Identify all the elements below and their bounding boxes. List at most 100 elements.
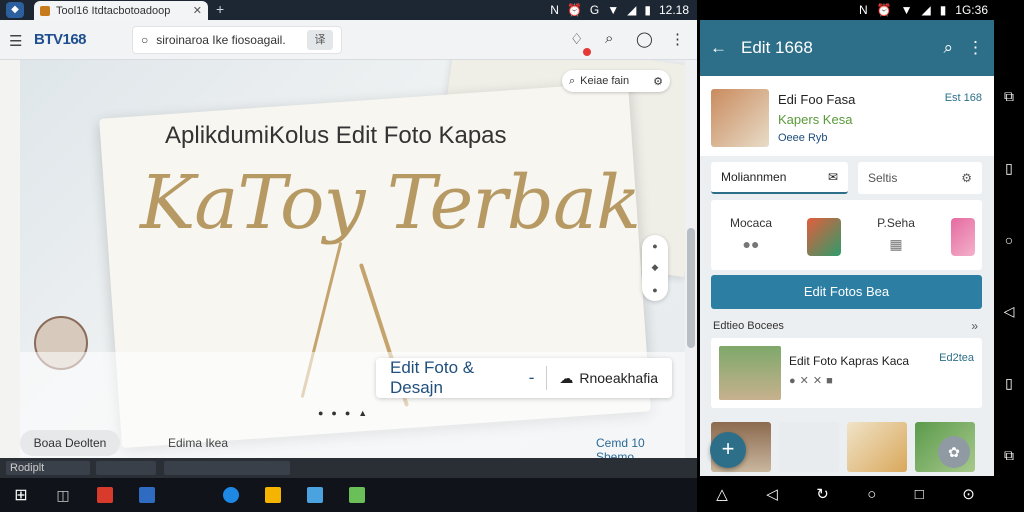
tool-item[interactable]: Mocaca ●●	[721, 200, 781, 270]
status-field-1: Rodiplt	[6, 461, 90, 475]
battery-icon: ▮	[644, 3, 651, 17]
split-icon[interactable]: ⧉	[1004, 447, 1014, 464]
grid-item[interactable]	[847, 422, 907, 472]
chevron-right-icon[interactable]: »	[971, 319, 978, 333]
control-icon-3[interactable]: ●	[652, 285, 657, 295]
cta-dash: -	[528, 368, 535, 387]
back-icon[interactable]: ◁	[1004, 303, 1015, 320]
app-info-card[interactable]: Edi Foo Fasa Kapers Kesa Oeee Ryb Est 16…	[700, 76, 994, 156]
add-fab-button[interactable]: +	[710, 432, 746, 468]
alarm-icon: ⏰	[876, 3, 892, 17]
control-icon-2[interactable]: ◆	[652, 262, 659, 273]
section-title: Edtieo Bocees	[713, 320, 784, 332]
desktop-status-bar: N ⏰ G ▼ ◢ ▮ 12.18	[550, 3, 689, 17]
menu-icon[interactable]: ☰	[9, 32, 22, 50]
app-meta: Oeee Ryb	[778, 132, 828, 144]
browser-tab[interactable]: Tool16 Itdtacbotoadoop ✕	[34, 1, 208, 20]
phone-app-bar: ← Edit 1668 ⌕ ⋮	[700, 20, 994, 76]
green-app-icon[interactable]	[336, 478, 378, 512]
side-controls[interactable]: ● ◆ ●	[642, 235, 668, 301]
edit-photo-cta[interactable]: Edit Foto & Desajn - ☁ Rnoeakhafia	[376, 358, 672, 398]
carousel-dots[interactable]: ●●●▲	[318, 408, 375, 418]
site-logo[interactable]: BTV168	[34, 31, 87, 48]
list-item-title: Edit Foto Kapras Kaca	[789, 354, 910, 368]
search-icon[interactable]: ⌕	[943, 38, 953, 58]
control-icon-1[interactable]: ●	[652, 241, 657, 251]
overview-icon[interactable]: ⧉	[1004, 88, 1014, 105]
nav-refresh-icon[interactable]: ↻	[816, 485, 829, 503]
app-subtitle: Kapers Kesa	[778, 112, 853, 127]
windows-start-icon[interactable]: ⊞	[0, 478, 42, 512]
taskview-icon[interactable]: ◫	[42, 478, 84, 512]
cta-divider	[546, 366, 548, 390]
footer-left-button[interactable]: Boaa Deolten	[20, 430, 120, 456]
primary-edit-button[interactable]: Edit Fotos Bea	[711, 275, 982, 309]
edge-circle-icon	[223, 487, 239, 503]
tool-item[interactable]: P.Seha ▦	[866, 200, 926, 270]
nav-assist-icon[interactable]: ⊙	[962, 485, 975, 503]
battery-icon: ▮	[939, 3, 947, 17]
list-item-icons: ●✕✕■	[789, 375, 837, 387]
clock-text: 12.18	[658, 3, 689, 17]
list-item[interactable]: Edit Foto Kapras Kaca Ed2tea ●✕✕■	[711, 338, 982, 408]
tab-settings-label: Seltis	[868, 171, 898, 185]
notification-bell-icon[interactable]: ♢	[570, 30, 583, 48]
windows-logo-icon: ⊞	[14, 487, 28, 504]
translate-button[interactable]: 译	[307, 30, 333, 50]
web-page: AplikdumiKolus Edit Foto Kapas KaToy Ter…	[0, 60, 697, 458]
hero-search-label: Keiae fain	[580, 75, 630, 87]
back-arrow-icon[interactable]: ←	[710, 38, 727, 58]
more-vert-icon[interactable]: ⋮	[670, 30, 685, 48]
office-app-icon[interactable]	[84, 478, 126, 512]
sticker-fab-icon[interactable]: ✿	[938, 436, 970, 468]
monitor-app-icon[interactable]	[126, 478, 168, 512]
search-icon[interactable]: ⌕	[605, 30, 613, 47]
nav-home-icon[interactable]: ○	[867, 486, 876, 503]
tool-image-2[interactable]	[951, 218, 975, 256]
nav-recents-icon[interactable]: □	[915, 486, 924, 503]
footer-middle-text[interactable]: Edima Ikea	[168, 436, 228, 450]
taskview-glyph-icon: ◫	[56, 486, 70, 503]
address-text: siroinaroa Ike fiosoagail.	[156, 33, 286, 47]
taskbar: ⊞ ◫	[0, 478, 697, 512]
nfc-icon: N	[858, 3, 868, 17]
signal-icon: ◢	[627, 3, 637, 17]
square-icon[interactable]: ▯	[1005, 375, 1013, 392]
folder-app-icon[interactable]	[252, 478, 294, 512]
new-tab-icon[interactable]: +	[216, 1, 224, 17]
cta-secondary[interactable]: ☁ Rnoeakhafia	[559, 370, 658, 387]
home-icon[interactable]: ○	[1005, 232, 1013, 248]
phone-nav-bar: △ ◁ ↻ ○ □ ⊙	[697, 476, 994, 512]
nav-back-icon[interactable]: ◁	[766, 485, 778, 503]
phone-content: Edi Foo Fasa Kapers Kesa Oeee Ryb Est 16…	[700, 76, 994, 476]
grid-item[interactable]	[779, 422, 839, 472]
window-status-strip: Rodiplt	[0, 458, 697, 478]
search-icon: ○	[141, 33, 149, 47]
tab-primary[interactable]: Moliannmen ✉	[711, 162, 848, 194]
cta-secondary-label: Rnoeakhafia	[579, 370, 658, 386]
wifi-icon: ▼	[900, 3, 913, 17]
tool-image-1[interactable]	[807, 218, 841, 256]
notification-badge	[583, 48, 591, 56]
store-app-icon[interactable]	[294, 478, 336, 512]
settings-icon: ⚙	[653, 75, 663, 88]
tool-label: Mocaca	[729, 216, 773, 230]
nav-up-icon[interactable]: △	[716, 485, 728, 503]
hero-search-pill[interactable]: ⌕ Keiae fain ⚙	[562, 70, 670, 92]
footer-right-link[interactable]: Cemd 10 Sbemo	[596, 436, 685, 458]
edge-app-icon[interactable]	[210, 478, 252, 512]
more-vert-icon[interactable]: ⋮	[967, 38, 984, 58]
app-shield-icon[interactable]: ◆	[6, 2, 24, 18]
green-tile-icon	[349, 487, 365, 503]
search-icon: ⌕	[569, 74, 576, 87]
tool-label: P.Seha	[877, 216, 915, 230]
shield-icon[interactable]: ◯	[636, 30, 653, 48]
address-bar[interactable]: ○ siroinaroa Ike fiosoagail. 译	[132, 26, 342, 54]
vertical-scrollbar[interactable]	[685, 60, 697, 458]
scrollbar-thumb[interactable]	[687, 228, 695, 348]
tab-settings[interactable]: Seltis ⚙	[858, 162, 982, 194]
close-tab-icon[interactable]: ✕	[193, 4, 202, 17]
recents-icon[interactable]: ▯	[1005, 160, 1013, 177]
people-icon: ●●	[742, 236, 760, 252]
store-tile-icon	[307, 487, 323, 503]
